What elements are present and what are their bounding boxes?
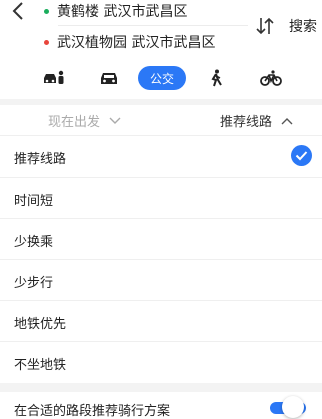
walk-icon	[211, 69, 222, 87]
end-location[interactable]: 武汉植物园 武汉市武昌区	[44, 31, 215, 53]
option-label: 少步行	[14, 276, 54, 291]
route-header: 黄鹤楼 武汉市武昌区 武汉植物园 武汉市武昌区 搜索	[0, 0, 322, 62]
bicycle-icon	[260, 70, 282, 86]
option-label: 少换乘	[14, 235, 54, 250]
option-row[interactable]: 推荐线路	[0, 135, 322, 177]
transport-mode-bar: 公交	[0, 62, 322, 96]
option-row[interactable]: 少换乘	[0, 218, 322, 260]
mode-bike[interactable]	[259, 66, 283, 90]
start-dot-icon	[44, 8, 49, 14]
swap-icon[interactable]	[255, 16, 275, 36]
option-label: 时间短	[14, 194, 54, 209]
option-label: 推荐线路	[14, 152, 67, 167]
route-preference-selector[interactable]: 推荐线路	[220, 111, 293, 130]
option-row[interactable]: 地铁优先	[0, 300, 322, 342]
option-row[interactable]: 时间短	[0, 177, 322, 219]
start-location[interactable]: 黄鹤楼 武汉市武昌区	[44, 0, 187, 22]
checkmark-icon	[291, 145, 312, 166]
toggle-knob[interactable]	[282, 396, 304, 418]
bike-recommend-row: 在合适的路段推荐骑行方案	[0, 392, 322, 419]
mode-taxi[interactable]	[42, 66, 66, 90]
car-icon	[101, 73, 117, 84]
depart-time-selector[interactable]: 现在出发	[48, 111, 121, 130]
route-preference-label: 推荐线路	[220, 115, 273, 130]
option-label: 不坐地铁	[14, 358, 67, 373]
chevron-up-icon	[281, 117, 293, 124]
bike-recommend-label: 在合适的路段推荐骑行方案	[14, 404, 171, 419]
end-location-text: 武汉植物园 武汉市武昌区	[57, 35, 216, 51]
car-person-icon	[44, 70, 64, 84]
section-gap	[0, 383, 322, 392]
start-location-text: 黄鹤楼 武汉市武昌区	[57, 4, 188, 20]
option-label: 地铁优先	[14, 317, 67, 332]
back-arrow-icon[interactable]	[10, 0, 28, 22]
mode-bus[interactable]: 公交	[138, 66, 186, 90]
option-row[interactable]: 不坐地铁	[0, 341, 322, 383]
sort-bar: 现在出发 推荐线路	[0, 105, 322, 133]
option-row[interactable]: 少步行	[0, 259, 322, 301]
mode-drive[interactable]	[97, 66, 121, 90]
chevron-down-icon	[109, 117, 121, 124]
search-button[interactable]: 搜索	[289, 16, 317, 36]
depart-time-label: 现在出发	[48, 115, 101, 130]
divider	[58, 25, 248, 26]
end-dot-icon	[44, 39, 49, 45]
mode-walk[interactable]	[205, 66, 227, 90]
